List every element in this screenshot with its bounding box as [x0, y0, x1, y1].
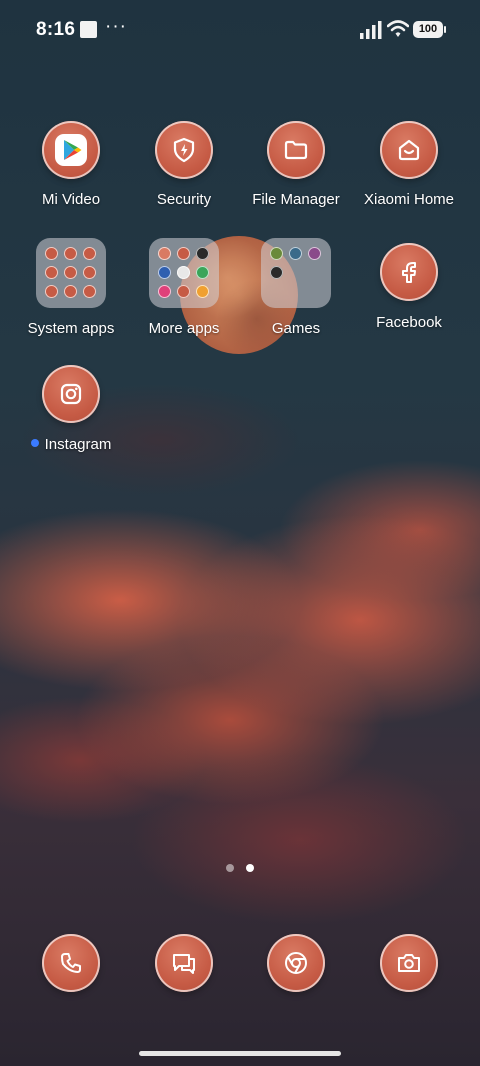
app-label: Security	[156, 191, 212, 208]
page-indicator-1[interactable]	[226, 864, 234, 872]
folder-label: More apps	[148, 320, 220, 337]
dock-phone[interactable]	[11, 934, 131, 992]
app-instagram[interactable]: Instagram	[11, 365, 131, 453]
mini-app-icon	[64, 285, 77, 298]
gesture-home-bar[interactable]	[139, 1051, 341, 1056]
folder-games[interactable]: Games	[236, 238, 356, 337]
facebook-f-icon	[380, 243, 438, 301]
mini-app-icon	[308, 247, 321, 260]
folder-icon	[267, 121, 325, 179]
mini-app-icon	[45, 266, 58, 279]
new-app-dot	[30, 439, 39, 448]
app-facebook[interactable]: Facebook	[349, 243, 469, 331]
app-mi-video[interactable]: Mi Video	[11, 121, 131, 208]
mini-app-icon	[177, 285, 190, 298]
mini-app-icon	[270, 247, 283, 260]
app-file-manager[interactable]: File Manager	[236, 121, 356, 208]
mini-app-icon	[158, 285, 171, 298]
mini-app-icon	[158, 266, 171, 279]
notification-icon	[80, 21, 97, 38]
folder-label: System apps	[27, 320, 115, 337]
folder-preview	[149, 238, 219, 308]
battery-indicator: 100	[413, 21, 446, 38]
page-indicator-2-active[interactable]	[246, 864, 254, 872]
play-store-icon	[42, 121, 100, 179]
empty-slot	[308, 285, 321, 298]
folder-preview	[36, 238, 106, 308]
mini-app-icon	[289, 247, 302, 260]
empty-slot	[270, 285, 283, 298]
empty-slot	[308, 266, 321, 279]
app-security[interactable]: Security	[124, 121, 244, 208]
app-label: File Manager	[252, 191, 340, 208]
mini-app-icon	[83, 266, 96, 279]
mini-app-icon	[158, 247, 171, 260]
mini-app-icon	[196, 247, 209, 260]
empty-slot	[289, 266, 302, 279]
shield-lightning-icon	[155, 121, 213, 179]
folder-more-apps[interactable]: More apps	[124, 238, 244, 337]
app-label: Facebook	[376, 314, 442, 331]
messages-icon	[155, 934, 213, 992]
chrome-icon	[267, 934, 325, 992]
app-label: Mi Video	[41, 191, 101, 208]
mini-app-icon	[177, 266, 190, 279]
mini-app-icon	[45, 247, 58, 260]
dock-chrome[interactable]	[236, 934, 356, 992]
camera-icon	[380, 934, 438, 992]
mini-app-icon	[64, 266, 77, 279]
signal-icon	[360, 21, 382, 39]
folder-label: Games	[271, 320, 321, 337]
more-notifications-icon: ···	[105, 16, 127, 37]
clock: 8:16	[36, 19, 76, 40]
phone-icon	[42, 934, 100, 992]
dock-camera[interactable]	[349, 934, 469, 992]
mini-app-icon	[83, 247, 96, 260]
mini-app-icon	[196, 285, 209, 298]
app-xiaomi-home[interactable]: Xiaomi Home	[349, 121, 469, 208]
mini-app-icon	[83, 285, 96, 298]
home-smile-icon	[380, 121, 438, 179]
mini-app-icon	[45, 285, 58, 298]
mini-app-icon	[196, 266, 209, 279]
app-label: Instagram	[11, 436, 131, 453]
dock-messages[interactable]	[124, 934, 244, 992]
folder-system-apps[interactable]: System apps	[11, 238, 131, 337]
mini-app-icon	[270, 266, 283, 279]
app-label: Xiaomi Home	[363, 191, 455, 208]
empty-slot	[289, 285, 302, 298]
instagram-label-text: Instagram	[44, 436, 112, 453]
instagram-icon	[42, 365, 100, 423]
mini-app-icon	[64, 247, 77, 260]
wifi-icon	[387, 20, 409, 37]
mini-app-icon	[177, 247, 190, 260]
folder-preview	[261, 238, 331, 308]
status-bar: 8:16 ··· 100	[0, 0, 480, 60]
